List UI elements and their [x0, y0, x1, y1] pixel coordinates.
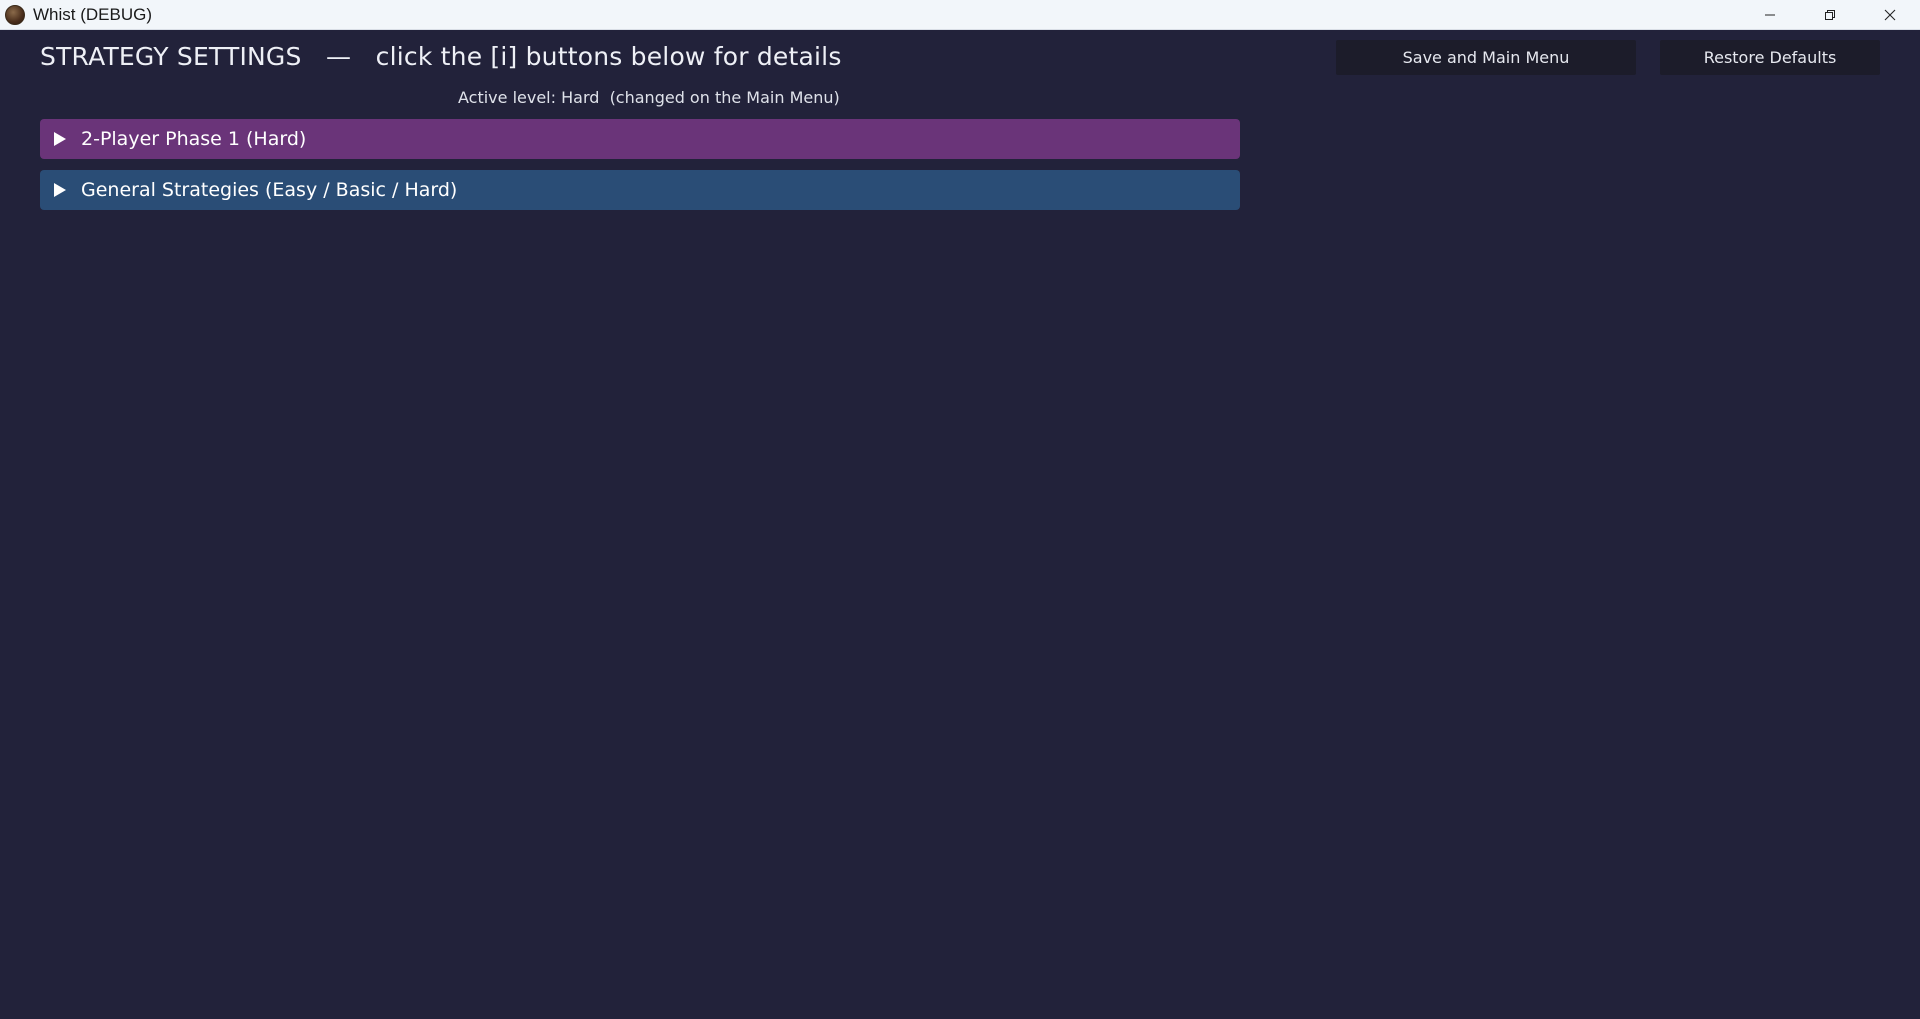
- minimize-icon: [1765, 14, 1775, 16]
- window-title: Whist (DEBUG): [33, 4, 152, 24]
- window-controls: [1740, 0, 1920, 30]
- app-icon: [5, 4, 25, 25]
- save-and-main-menu-button[interactable]: Save and Main Menu: [1336, 40, 1636, 75]
- section-general-strategies[interactable]: General Strategies (Easy / Basic / Hard): [40, 170, 1240, 210]
- section-label: 2-Player Phase 1 (Hard): [81, 128, 307, 150]
- expand-triangle-icon: [54, 132, 66, 146]
- restore-defaults-button[interactable]: Restore Defaults: [1660, 40, 1880, 75]
- window-titlebar[interactable]: Whist (DEBUG): [0, 0, 1920, 30]
- section-2-player-phase-1[interactable]: 2-Player Phase 1 (Hard): [40, 119, 1240, 159]
- close-icon: [1884, 9, 1896, 21]
- close-button[interactable]: [1860, 0, 1920, 30]
- strategy-settings-screen: STRATEGY SETTINGS — click the [i] button…: [0, 30, 1920, 1019]
- restore-icon: [1825, 10, 1835, 20]
- active-level-label: Active level: Hard (changed on the Main …: [458, 88, 840, 107]
- minimize-button[interactable]: [1740, 0, 1800, 30]
- expand-triangle-icon: [54, 183, 66, 197]
- restore-button[interactable]: [1800, 0, 1860, 30]
- page-title: STRATEGY SETTINGS — click the [i] button…: [40, 42, 842, 71]
- section-label: General Strategies (Easy / Basic / Hard): [81, 179, 458, 201]
